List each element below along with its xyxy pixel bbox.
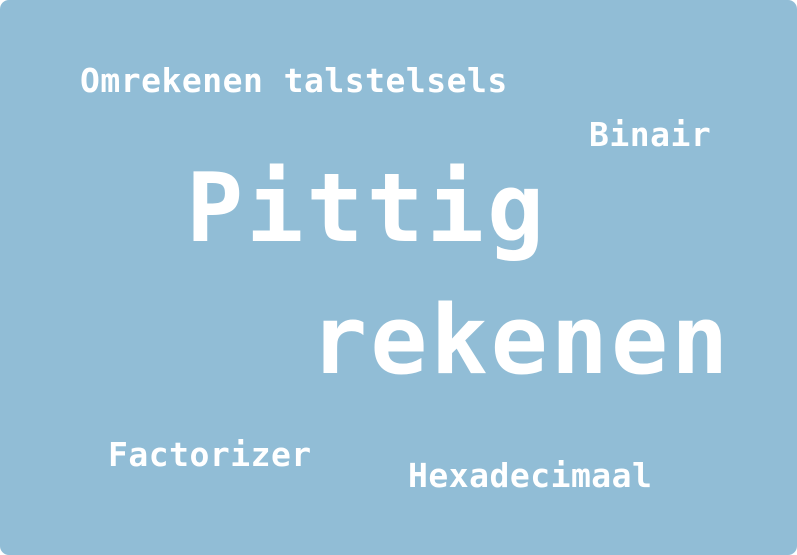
tag-binair: Binair — [589, 115, 712, 154]
title-line-2: rekenen — [310, 286, 732, 396]
tag-factorizer: Factorizer — [108, 435, 312, 474]
pittig-rekenen-tile[interactable]: Omrekenen talstelsels Binair Pittig reke… — [0, 0, 797, 555]
tag-hexadecimaal: Hexadecimaal — [408, 456, 653, 495]
tag-omrekenen-talstelsels: Omrekenen talstelsels — [80, 61, 508, 100]
title-line-1: Pittig — [186, 154, 548, 264]
